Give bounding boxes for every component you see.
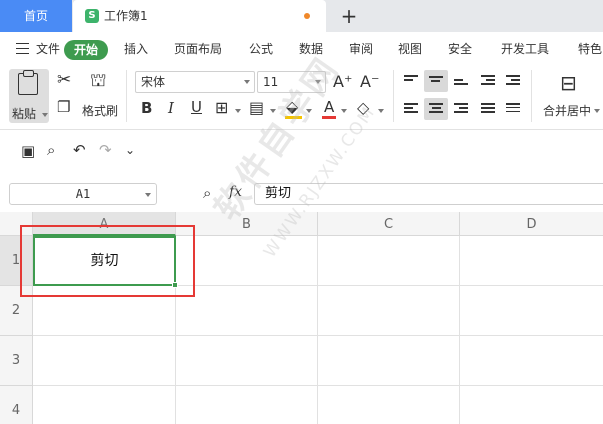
paste-label: 粘贴: [12, 107, 37, 121]
border-dropdown-icon[interactable]: [235, 109, 241, 113]
align-top-icon: [404, 75, 418, 87]
align-bottom-button[interactable]: [449, 70, 473, 92]
chevron-down-icon: [244, 80, 250, 84]
decrease-indent-icon: [481, 75, 495, 87]
align-right-icon: [454, 103, 468, 115]
increase-indent-button[interactable]: [501, 70, 525, 92]
distributed-align-button[interactable]: [501, 98, 525, 120]
justify-button[interactable]: [476, 98, 500, 120]
cut-icon[interactable]: ✂: [57, 72, 71, 89]
row-header-3[interactable]: 3: [0, 336, 33, 386]
merge-center-button[interactable]: 合并居中: [543, 102, 591, 119]
menu-file[interactable]: 文件: [36, 32, 60, 66]
menu-page-layout[interactable]: 页面布局: [174, 32, 222, 66]
menu-features[interactable]: 特色: [578, 32, 602, 66]
chevron-down-icon: [145, 193, 151, 197]
underline-button[interactable]: U: [191, 100, 202, 115]
font-color-button[interactable]: A: [324, 100, 334, 115]
merge-cells-icon[interactable]: ⊟: [560, 73, 577, 93]
distributed-align-icon: [506, 103, 520, 115]
column-header-c[interactable]: C: [318, 212, 460, 236]
font-name-select[interactable]: 宋体: [135, 71, 255, 93]
paste-dropdown-icon[interactable]: [42, 113, 48, 117]
unsaved-dot-icon: [304, 13, 310, 19]
zoom-search-icon[interactable]: ⌕: [203, 186, 211, 201]
clipboard-icon: [18, 70, 38, 95]
fill-color-swatch: [285, 116, 302, 119]
save-icon[interactable]: ▣: [21, 144, 35, 159]
increase-indent-icon: [506, 75, 520, 87]
undo-icon[interactable]: ↶: [73, 143, 86, 158]
font-size-select[interactable]: 11: [257, 71, 326, 93]
row-header-4[interactable]: 4: [0, 386, 33, 424]
separator: [126, 70, 127, 122]
align-center-button[interactable]: [424, 98, 448, 120]
align-right-button[interactable]: [449, 98, 473, 120]
chevron-down-icon: [315, 80, 321, 84]
menu-bar: 文件 开始 插入 页面布局 公式 数据 审阅 视图 安全 开发工具 特色: [0, 32, 603, 64]
cell-area[interactable]: [176, 286, 603, 424]
menu-developer[interactable]: 开发工具: [501, 32, 549, 66]
font-size-value: 11: [263, 75, 279, 89]
insert-function-button[interactable]: fx: [229, 184, 242, 200]
fill-color-icon[interactable]: ⬙: [286, 99, 298, 115]
column-header-b[interactable]: B: [176, 212, 318, 236]
align-middle-icon: [429, 76, 443, 88]
border-icon[interactable]: ⊞: [215, 100, 228, 116]
highlight-annotation: [20, 225, 195, 297]
workbook-name: 工作簿1: [104, 9, 148, 23]
font-color-swatch: [322, 116, 336, 119]
hamburger-menu-icon[interactable]: [16, 43, 29, 54]
menu-review[interactable]: 审阅: [349, 32, 373, 66]
align-top-button[interactable]: [399, 70, 423, 92]
merge-dropdown-icon[interactable]: [594, 109, 600, 113]
font-name-value: 宋体: [141, 75, 166, 89]
align-left-icon: [404, 103, 418, 115]
justify-icon: [481, 103, 495, 115]
print-preview-icon[interactable]: ⌕: [47, 143, 55, 158]
align-left-button[interactable]: [399, 98, 423, 120]
menu-formula[interactable]: 公式: [249, 32, 273, 66]
copy-icon[interactable]: ❐: [57, 100, 70, 115]
menu-insert[interactable]: 插入: [124, 32, 148, 66]
formula-input[interactable]: 剪切: [254, 183, 603, 205]
align-center-icon: [429, 103, 443, 115]
eraser-icon[interactable]: ◇: [357, 100, 369, 116]
menu-home[interactable]: 开始: [64, 40, 108, 60]
separator: [531, 70, 532, 122]
quick-access-toolbar: ▣ ⌕ ↶ ↷ ⌄: [0, 130, 603, 170]
menu-security[interactable]: 安全: [448, 32, 472, 66]
fill-color-dropdown-icon[interactable]: [306, 109, 312, 113]
align-middle-button[interactable]: [424, 70, 448, 92]
tab-bar: 首页 S 工作簿1 +: [0, 0, 603, 32]
customize-toolbar-icon[interactable]: ⌄: [125, 144, 135, 156]
separator: [393, 70, 394, 122]
bold-button[interactable]: B: [141, 101, 152, 116]
decrease-indent-button[interactable]: [476, 70, 500, 92]
italic-button[interactable]: I: [168, 101, 174, 116]
format-painter-button[interactable]: 格式刷: [82, 102, 118, 119]
new-tab-button[interactable]: +: [337, 3, 361, 29]
format-painter-icon[interactable]: ⛫: [90, 72, 107, 90]
shrink-font-button[interactable]: A⁻: [360, 74, 379, 90]
align-bottom-icon: [454, 79, 468, 91]
grow-font-button[interactable]: A⁺: [333, 74, 352, 90]
font-color-dropdown-icon[interactable]: [341, 109, 347, 113]
column-header-d[interactable]: D: [460, 212, 603, 236]
paste-button[interactable]: 粘贴: [9, 69, 49, 123]
ribbon-toolbar: 粘贴 ✂ ❐ ⛫ 格式刷 宋体 11 A⁺ A⁻ B I U ⊞ ▤ ⬙ A ◇: [0, 64, 603, 130]
eraser-dropdown-icon[interactable]: [378, 109, 384, 113]
cell-style-icon[interactable]: ▤: [249, 100, 264, 116]
menu-view[interactable]: 视图: [398, 32, 422, 66]
tab-workbook[interactable]: S 工作簿1: [73, 0, 326, 32]
redo-icon[interactable]: ↷: [99, 143, 112, 158]
cell-reference: A1: [75, 187, 91, 201]
spreadsheet-icon: S: [85, 9, 99, 23]
formula-bar: A1 ⌕ fx 剪切: [0, 176, 603, 212]
tab-home[interactable]: 首页: [0, 0, 72, 32]
name-box[interactable]: A1: [9, 183, 157, 205]
menu-data[interactable]: 数据: [299, 32, 323, 66]
cell-style-dropdown-icon[interactable]: [270, 109, 276, 113]
